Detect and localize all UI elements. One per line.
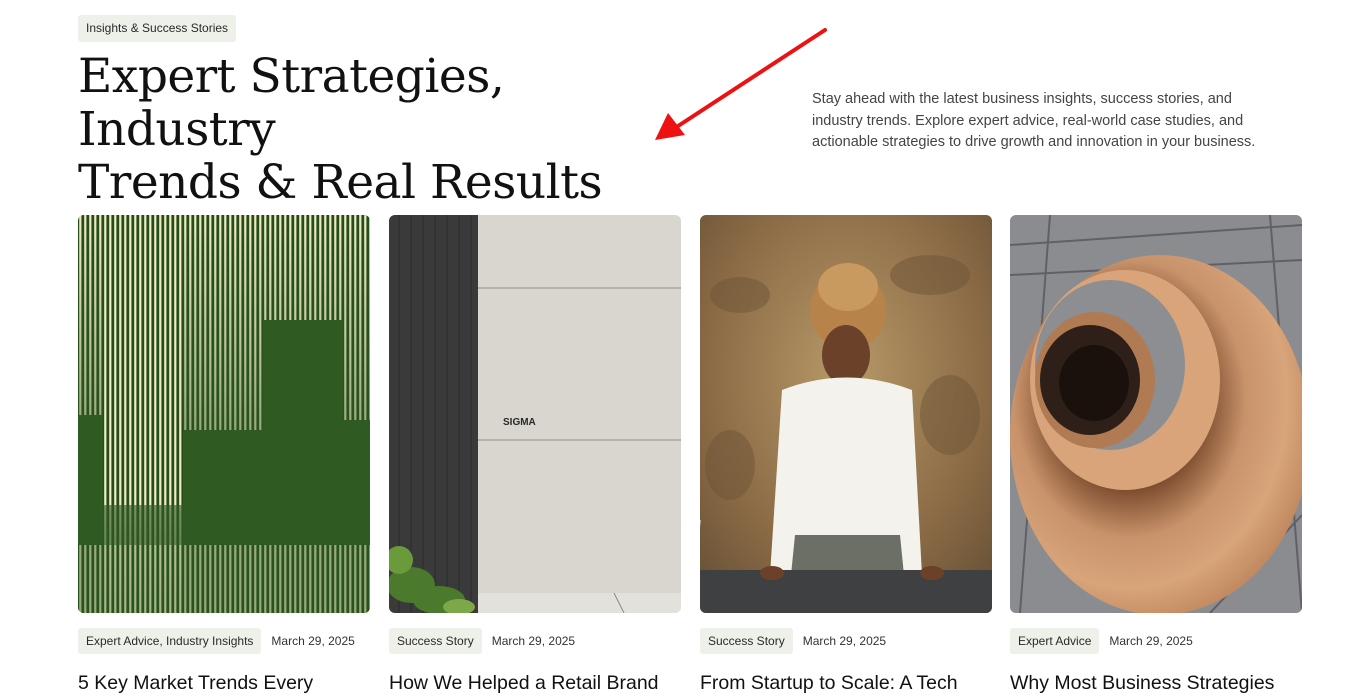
article-meta: Success Story March 29, 2025 [700,628,886,654]
article-card-1[interactable]: Expert Advice, Industry Insights March 2… [78,215,370,700]
article-title[interactable]: Why Most Business Strategies [1010,670,1310,696]
page-title: Expert Strategies, Industry Trends & Rea… [78,50,698,209]
article-meta: Expert Advice, Industry Insights March 2… [78,628,355,654]
publish-date: March 29, 2025 [491,634,576,648]
arrow-shaft [673,28,827,130]
article-card-2[interactable]: SIGMA Success Story March 29, 2025 How W… [389,215,681,700]
publish-date: March 29, 2025 [1109,634,1193,648]
publish-date: March 29, 2025 [802,634,887,648]
page-title-line-2: Trends & Real Results [78,155,603,210]
article-card-3[interactable]: Success Story March 29, 2025 From Startu… [700,215,992,700]
article-image-woman-portrait[interactable] [700,215,992,613]
category-tag[interactable]: Expert Advice, Industry Insights [78,628,262,654]
article-title[interactable]: 5 Key Market Trends Every [78,670,378,696]
article-image-spiral-staircase[interactable] [1010,215,1302,613]
article-image-sigma-building[interactable]: SIGMA [389,215,681,613]
sigma-logo-text: SIGMA [503,417,536,428]
category-tag[interactable]: Success Story [389,628,482,654]
article-card-4[interactable]: Expert Advice March 29, 2025 Why Most Bu… [1010,215,1302,700]
page-title-line-1: Expert Strategies, Industry [78,49,505,157]
category-tag[interactable]: Expert Advice [1010,628,1100,654]
article-meta: Expert Advice March 29, 2025 [1010,628,1193,654]
publish-date: March 29, 2025 [271,634,355,648]
red-arrow-annotation [655,28,827,140]
category-tag[interactable]: Success Story [700,628,793,654]
article-title[interactable]: How We Helped a Retail Brand [389,670,689,696]
section-eyebrow-badge: Insights & Success Stories [78,15,237,42]
article-image-green-stripes[interactable] [78,215,370,613]
article-card-grid: Expert Advice, Industry Insights March 2… [78,215,1302,700]
article-meta: Success Story March 29, 2025 [389,628,575,654]
hero-description: Stay ahead with the latest business insi… [812,91,1256,150]
article-title[interactable]: From Startup to Scale: A Tech [700,670,1000,696]
